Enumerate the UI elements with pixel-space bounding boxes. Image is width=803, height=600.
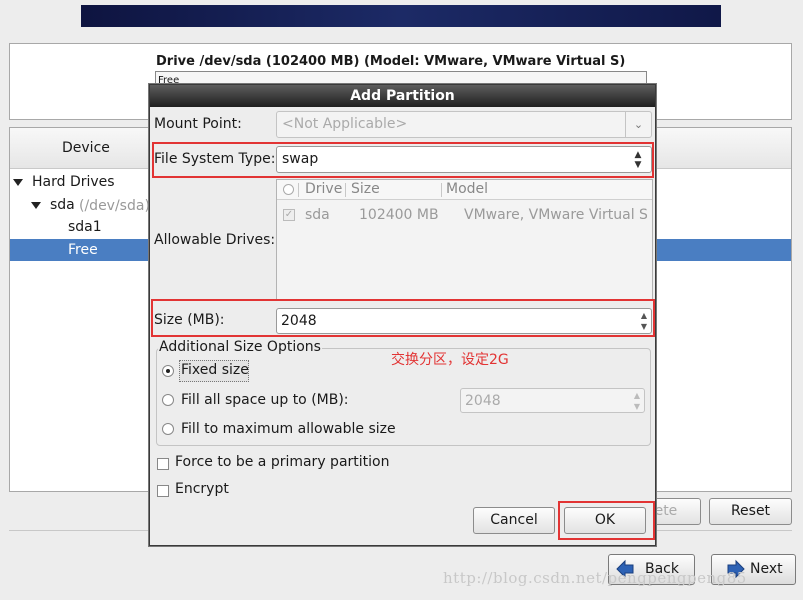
fill-max-radio[interactable] — [162, 423, 174, 435]
tree-row-sublabel: (/dev/sda) — [79, 198, 150, 214]
cancel-button[interactable]: Cancel — [473, 507, 555, 534]
size-options-title: Additional Size Options — [158, 339, 322, 355]
cancel-button-label: Cancel — [490, 512, 538, 528]
mount-point-value: <Not Applicable> — [282, 116, 408, 132]
chevron-down-icon: ⌄ — [625, 112, 651, 137]
tree-row-label: sda1 — [68, 219, 102, 235]
drive-title: Drive /dev/sda (102400 MB) (Model: VMwar… — [156, 54, 626, 69]
fixed-size-label[interactable]: Fixed size — [181, 362, 249, 378]
expander-icon[interactable] — [31, 202, 41, 209]
fixed-size-radio[interactable] — [162, 365, 174, 377]
add-partition-dialog: Add Partition Mount Point: <Not Applicab… — [149, 84, 656, 546]
fill-up-to-label[interactable]: Fill all space up to (MB): — [181, 392, 349, 408]
fill-up-to-value: 2048 — [465, 393, 501, 409]
encrypt-checkbox[interactable] — [157, 485, 169, 497]
highlight-ok — [558, 501, 655, 540]
tree-row-label: sda — [50, 197, 75, 213]
spin-arrows-icon[interactable]: ▲ ▼ — [631, 390, 643, 412]
allowable-drives-label: Allowable Drives: — [154, 232, 276, 248]
highlight-size — [151, 299, 655, 337]
drive-name: sda — [305, 207, 330, 223]
dialog-title: Add Partition — [150, 85, 655, 107]
drives-col-size[interactable]: Size — [351, 180, 380, 199]
primary-checkbox[interactable] — [157, 458, 169, 470]
next-button-label: Next — [750, 561, 783, 577]
drives-list-header: Drive Size Model — [277, 180, 652, 200]
allowable-drives-list[interactable]: Drive Size Model ✓ sda 102400 MB VMware,… — [276, 179, 653, 301]
select-all-toggle[interactable] — [283, 184, 294, 195]
drives-row[interactable]: ✓ sda 102400 MB VMware, VMware Virtual S — [277, 204, 652, 226]
annotation-text: 交换分区，设定2G — [391, 352, 509, 368]
reset-button[interactable]: Reset — [709, 498, 792, 525]
device-column-label: Device — [62, 140, 110, 156]
mount-point-combo[interactable]: <Not Applicable> ⌄ — [276, 111, 652, 138]
fill-up-to-radio[interactable] — [162, 394, 174, 406]
drive-model: VMware, VMware Virtual S — [464, 207, 648, 223]
encrypt-label[interactable]: Encrypt — [175, 481, 229, 497]
tree-row-label: Hard Drives — [32, 174, 115, 190]
expander-icon[interactable] — [13, 179, 23, 186]
highlight-fs-type — [152, 142, 654, 178]
tree-row-label: Free — [68, 242, 98, 258]
drive-size: 102400 MB — [359, 207, 439, 223]
drives-col-drive[interactable]: Drive — [305, 180, 342, 199]
drive-checkbox[interactable]: ✓ — [283, 209, 295, 221]
header-banner — [81, 5, 721, 27]
watermark: http://blog.csdn.net/pengpengpeng85 — [443, 569, 747, 587]
mount-point-label: Mount Point: — [154, 116, 242, 132]
primary-label[interactable]: Force to be a primary partition — [175, 454, 389, 470]
reset-button-label: Reset — [730, 503, 771, 519]
fill-max-label[interactable]: Fill to maximum allowable size — [181, 421, 396, 437]
fill-up-to-spinbox[interactable]: 2048 ▲ ▼ — [460, 388, 645, 413]
drives-col-model[interactable]: Model — [446, 180, 488, 199]
